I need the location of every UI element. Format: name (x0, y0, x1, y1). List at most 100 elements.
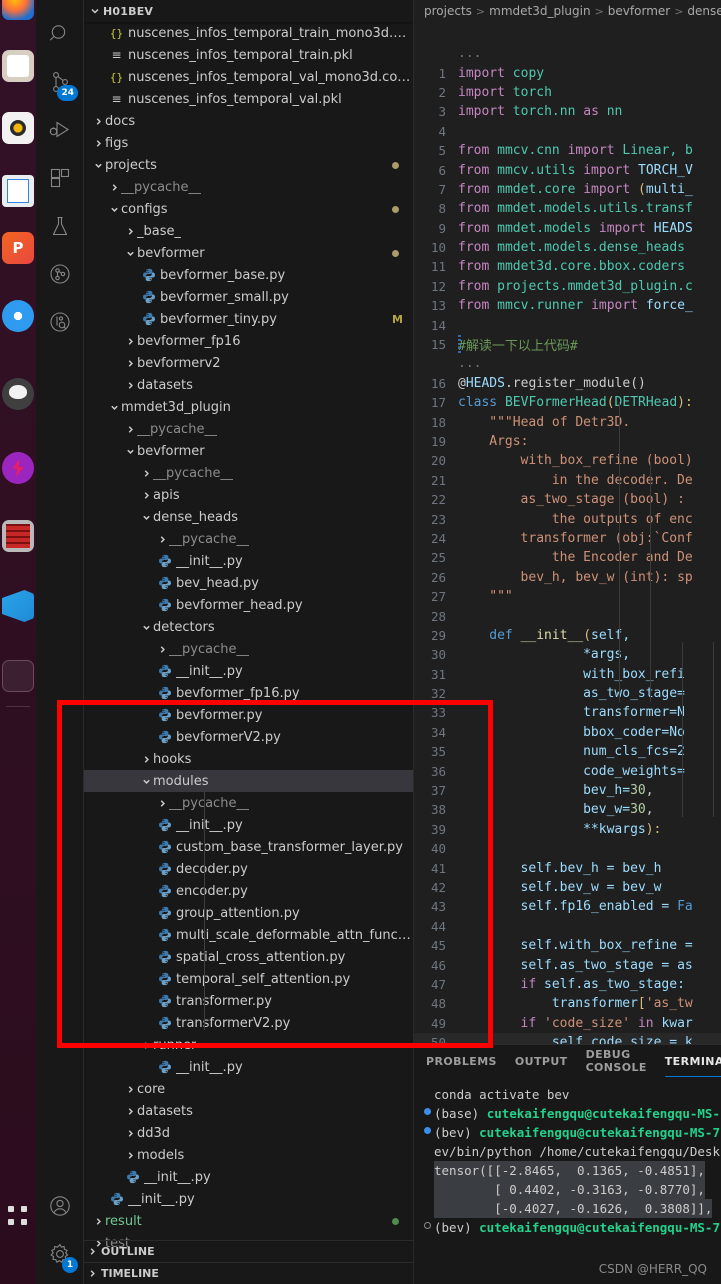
breadcrumb-item[interactable]: mmdet3d_plugin (489, 4, 590, 18)
code-line[interactable]: 11 from mmdet3d.core.bbox.coders (414, 257, 721, 276)
activity-item-gitlens[interactable] (36, 252, 84, 300)
dock-icon-chromium[interactable] (2, 300, 34, 332)
code-line[interactable]: 26 bev_h, bev_w (int): sp (414, 568, 721, 587)
code-line[interactable]: 47 if self.as_two_stage: (414, 975, 721, 994)
chevron-right-icon[interactable] (124, 1100, 137, 1122)
code-line[interactable]: 45 self.with_box_refine = (414, 936, 721, 955)
code-line[interactable]: 3 import torch.nn as nn (414, 102, 721, 121)
outline-panel[interactable]: OUTLINE (84, 1240, 413, 1262)
code-line[interactable]: 29 def __init__(self, (414, 626, 721, 645)
tree-file-row[interactable]: transformer.py (84, 990, 413, 1012)
tree-folder-row[interactable]: runner (84, 1034, 413, 1056)
code-line[interactable]: 31 with_box_refi (414, 665, 721, 684)
folded-region-marker[interactable]: ... (414, 354, 721, 373)
code-line[interactable]: 7 from mmdet.core import (multi_ (414, 180, 721, 199)
tree-file-row[interactable]: __init__.py (84, 660, 413, 682)
tree-folder-row[interactable]: detectors (84, 616, 413, 638)
code-line[interactable]: 4 (414, 122, 721, 141)
code-line[interactable]: 9 from mmdet.models import HEADS (414, 219, 721, 238)
tree-folder-row[interactable]: dd3d (84, 1122, 413, 1144)
chevron-down-icon[interactable] (140, 770, 153, 792)
tree-folder-row[interactable]: datasets (84, 1100, 413, 1122)
chevron-right-icon[interactable] (156, 528, 169, 550)
dock-icon-wechat[interactable] (2, 378, 34, 410)
tree-file-row[interactable]: __init__.py (84, 1166, 413, 1188)
tree-folder-row[interactable]: bevformer (84, 440, 413, 462)
code-line[interactable]: 12 from projects.mmdet3d_plugin.c (414, 277, 721, 296)
tree-file-row[interactable]: bevformer_tiny.py M (84, 308, 413, 330)
tree-folder-row[interactable]: dense_heads (84, 506, 413, 528)
tree-folder-row[interactable]: datasets (84, 374, 413, 396)
code-line[interactable]: 20 with_box_refine (bool) (414, 451, 721, 470)
tree-file-row[interactable]: temporal_self_attention.py (84, 968, 413, 990)
tree-file-row[interactable]: custom_base_transformer_layer.py (84, 836, 413, 858)
dock-icon-software-center[interactable] (2, 112, 34, 144)
code-line[interactable]: 35 num_cls_fcs=2 (414, 742, 721, 761)
code-line[interactable]: 24 transformer (obj:`Conf (414, 529, 721, 548)
tree-file-row[interactable]: __init__.py (84, 814, 413, 836)
tree-folder-row[interactable]: __pycache__ (84, 418, 413, 440)
chevron-down-icon[interactable] (124, 440, 137, 462)
tab-problems[interactable]: PROBLEMS (426, 1045, 497, 1077)
code-line[interactable]: 49 if 'code_size' in kwar (414, 1014, 721, 1033)
breadcrumb-item[interactable]: projects (424, 4, 472, 18)
code-line[interactable]: 17 class BEVFormerHead(DETRHead): (414, 393, 721, 412)
chevron-down-icon[interactable] (124, 242, 137, 264)
tree-folder-row[interactable]: __pycache__ (84, 528, 413, 550)
file-tree[interactable]: {} nuscenes_infos_temporal_train_mono3d.c… (84, 22, 413, 1254)
tree-folder-row[interactable]: _base_ (84, 220, 413, 242)
activity-item-search[interactable] (36, 12, 84, 60)
code-line[interactable]: 22 as_two_stage (bool) : (414, 490, 721, 509)
tree-folder-row[interactable]: __pycache__ (84, 176, 413, 198)
breadcrumb-item[interactable]: bevformer (608, 4, 670, 18)
tree-file-row[interactable]: bevformer_head.py (84, 594, 413, 616)
code-line[interactable]: 44 (414, 917, 721, 936)
tree-file-row[interactable]: ≡ nuscenes_infos_temporal_train.pkl (84, 44, 413, 66)
tree-folder-row[interactable]: modules (84, 770, 413, 792)
tree-file-row[interactable]: group_attention.py (84, 902, 413, 924)
dock-icon-files[interactable] (2, 50, 34, 82)
chevron-down-icon[interactable] (92, 154, 105, 176)
chevron-right-icon[interactable] (124, 220, 137, 242)
dock-show-applications[interactable] (8, 1206, 28, 1226)
tab-output[interactable]: OUTPUT (515, 1045, 568, 1077)
code-line[interactable]: 21 in the decoder. De (414, 471, 721, 490)
tree-file-row[interactable]: decoder.py (84, 858, 413, 880)
activity-item-accounts[interactable] (36, 1184, 84, 1232)
code-editor[interactable]: ... 1 import copy 2 import torch 3 import torc… (414, 22, 721, 1053)
tree-folder-row[interactable]: docs (84, 110, 413, 132)
tree-file-row[interactable]: bevformerV2.py (84, 726, 413, 748)
code-line[interactable]: 19 Args: (414, 432, 721, 451)
code-line[interactable]: 42 self.bev_w = bev_w (414, 878, 721, 897)
folded-region-marker[interactable]: ... (414, 44, 721, 63)
tree-folder-row[interactable]: bevformer_fp16 (84, 330, 413, 352)
tree-file-row[interactable]: {} nuscenes_infos_temporal_val_mono3d.coc… (84, 66, 413, 88)
chevron-right-icon[interactable] (140, 484, 153, 506)
chevron-right-icon[interactable] (124, 374, 137, 396)
chevron-right-icon[interactable] (124, 330, 137, 352)
code-line[interactable]: 15 #解读一下以上代码# (414, 334, 721, 354)
code-line[interactable]: 13 from mmcv.runner import force_ (414, 296, 721, 315)
panel-tab-bar[interactable]: PROBLEMS OUTPUT DEBUG CONSOLE TERMINAL (414, 1045, 721, 1077)
code-line[interactable]: 38 bev_w=30, (414, 800, 721, 819)
dock-icon-text-editor[interactable] (2, 175, 34, 207)
chevron-down-icon[interactable] (140, 616, 153, 638)
chevron-right-icon[interactable] (156, 792, 169, 814)
code-line[interactable]: 14 (414, 315, 721, 334)
chevron-right-icon[interactable] (140, 748, 153, 770)
breadcrumb-item[interactable]: dense_ (687, 4, 721, 18)
tree-file-row[interactable]: multi_scale_deformable_attn_function.py (84, 924, 413, 946)
code-line[interactable]: 43 self.fp16_enabled = Fa (414, 897, 721, 916)
activity-item-testing[interactable] (36, 204, 84, 252)
tree-folder-row[interactable]: figs (84, 132, 413, 154)
code-line[interactable]: 16 @HEADS.register_module() (414, 374, 721, 393)
code-line[interactable]: 28 (414, 606, 721, 625)
chevron-right-icon[interactable] (108, 176, 121, 198)
chevron-right-icon[interactable] (124, 1078, 137, 1100)
tree-file-row[interactable]: encoder.py (84, 880, 413, 902)
tree-folder-row[interactable]: configs (84, 198, 413, 220)
code-line[interactable]: 36 code_weights= (414, 761, 721, 780)
activity-item-source-control[interactable]: 24 (36, 60, 84, 108)
code-line[interactable]: 40 (414, 839, 721, 858)
dock-icon-shadowsocks[interactable] (2, 452, 34, 484)
